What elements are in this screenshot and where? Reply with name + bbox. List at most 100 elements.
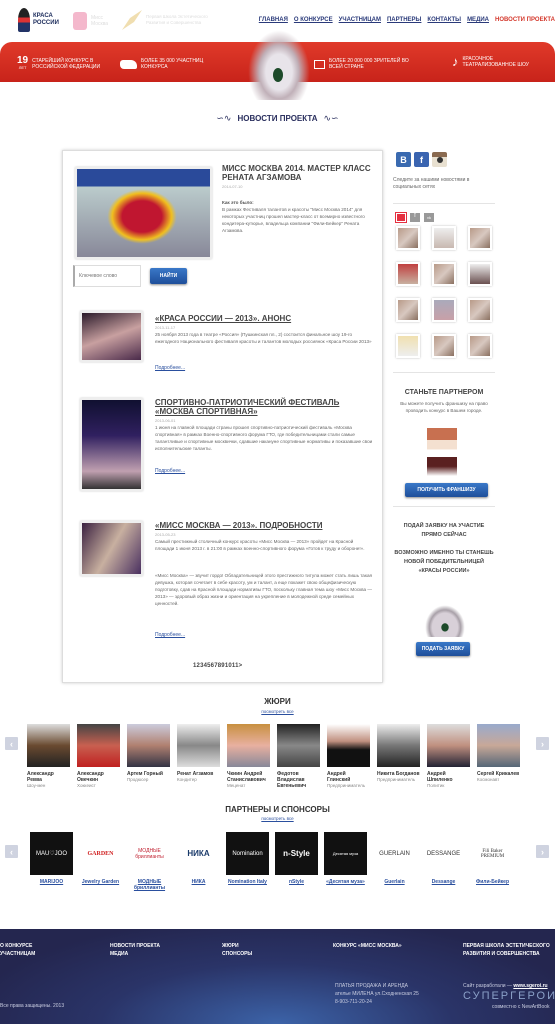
article-title[interactable]: СПОРТИВНО-ПАТРИОТИЧЕСКИЙ ФЕСТИВАЛЬ «МОСК… (155, 398, 365, 416)
jury-member[interactable]: Артем Горный Продюсер (127, 724, 170, 789)
search-button[interactable]: НАЙТИ (150, 268, 187, 284)
footer-link[interactable]: КОНКУРС «МИСС МОСКВА» (333, 942, 402, 950)
partner-item[interactable]: МОДНЫЕ бриллианты МОДНЫЕ бриллианты (125, 832, 174, 891)
jury-member[interactable]: Федотов Владислав Евгеньевич (277, 724, 320, 789)
partner-logo: GUERLAIN (373, 832, 416, 875)
vk-tab-icon[interactable]: vk (424, 213, 434, 222)
article-date: 2013-11-17 (155, 325, 176, 330)
article-image[interactable] (80, 398, 143, 491)
partners-view-all-link[interactable]: посмотреть все (0, 816, 555, 821)
partner-item[interactable]: Десятая муза «Десятая муза» (321, 832, 370, 891)
nav-contacts[interactable]: КОНТАКТЫ (427, 17, 461, 23)
article-image[interactable] (80, 521, 143, 576)
footer-link[interactable]: СПОНСОРЫ (222, 950, 252, 958)
footer-link[interactable]: ЖЮРИ (222, 942, 252, 950)
nav-partners[interactable]: ПАРТНЕРЫ (387, 17, 421, 23)
jury-title: ЖЮРИ (264, 697, 291, 706)
instagram-photo[interactable] (468, 262, 492, 286)
instagram-photo[interactable] (432, 262, 456, 286)
partner-item[interactable]: DESSANGE Dessange (419, 832, 468, 891)
featured-title[interactable]: МИСС МОСКВА 2014. МАСТЕР КЛАСС РЕНАТА АГ… (222, 164, 372, 182)
footer-link[interactable]: УЧАСТНИЦАМ (0, 950, 35, 958)
jury-member[interactable]: Александр Овечкин Хоккеист (77, 724, 120, 789)
get-franchise-button[interactable]: ПОЛУЧИТЬ ФРАНШИЗУ (405, 483, 488, 497)
instagram-photo[interactable] (396, 262, 420, 286)
vk-icon[interactable]: В (396, 152, 411, 167)
jury-member[interactable]: Сергей Крикалев Космонавт (477, 724, 520, 789)
jury-member[interactable]: Андрей Глинский Предприниматель (327, 724, 370, 789)
featured-image[interactable] (75, 167, 212, 259)
jury-photo (127, 724, 170, 767)
footer-col-4: КОНКУРС «МИСС МОСКВА» (333, 942, 402, 950)
instagram-photo[interactable] (432, 226, 456, 250)
partners-prev-arrow-icon[interactable]: ‹ (5, 845, 18, 858)
jury-photo (377, 724, 420, 767)
crown-image (425, 605, 465, 637)
partner-item[interactable]: Nomination Nomination Italy (223, 832, 272, 891)
jury-photo (27, 724, 70, 767)
facebook-icon[interactable]: f (414, 152, 429, 167)
footer-link[interactable]: РАЗВИТИЯ И СОВЕРШЕНСТВА (463, 950, 550, 958)
partner-item[interactable]: GUERLAIN Guerlain (370, 832, 419, 891)
partner-item[interactable]: GARDEN Jewelry Garden (76, 832, 125, 891)
apply-button[interactable]: ПОДАТЬ ЗАЯВКУ (416, 642, 470, 656)
miss-moskva-logo-icon (73, 12, 87, 30)
footer-link[interactable]: НОВОСТИ ПРОЕКТА (110, 942, 160, 950)
facebook-tab-icon[interactable]: f (410, 213, 420, 222)
developer-link[interactable]: www.sgeroi.ru (513, 983, 547, 989)
read-more-link[interactable]: Подробнее... (155, 468, 185, 474)
banner-feature-participants: БОЛЕЕ 35 000 УЧАСТНИЦ КОНКУРСА (120, 58, 211, 70)
jury-member[interactable]: Александр Ревва Шоу-мен (27, 724, 70, 789)
article-title[interactable]: «КРАСА РОССИИ — 2013». АНОНС (155, 314, 365, 323)
jury-photo (427, 724, 470, 767)
nav-participants[interactable]: УЧАСТНИЦАМ (339, 17, 381, 23)
nav-home[interactable]: ГЛАВНАЯ (259, 17, 288, 23)
pagination[interactable]: 1234567891011> (193, 663, 242, 669)
jury-photo (227, 724, 270, 767)
article-date: 2013-05-23 (155, 532, 176, 537)
partner-item[interactable]: n-Style nStyle (272, 832, 321, 891)
partner-item[interactable]: MAU♡JOO MARIJOO (27, 832, 76, 891)
featured-date: 2014-07-10 (222, 184, 243, 189)
logo-krasa-rossii[interactable]: КРАСА РОССИИ (18, 8, 63, 32)
jury-member[interactable]: Андрей Шпиленко Политик (427, 724, 470, 789)
read-more-link[interactable]: Подробнее... (155, 365, 185, 371)
partner-logo: Nomination (226, 832, 269, 875)
article-text: 1 июня на главной площади страны прошел … (155, 425, 373, 451)
partner-item[interactable]: НИКА НИКА (174, 832, 223, 891)
partner-item[interactable]: Fili Baker PREMIUM Фили-Бейкер (468, 832, 517, 891)
article-title[interactable]: «МИСС МОСКВА — 2013». ПОДРОБНОСТИ (155, 521, 365, 530)
instagram-photo[interactable] (396, 334, 420, 358)
instagram-icon[interactable] (432, 152, 447, 167)
instagram-photo[interactable] (468, 298, 492, 322)
jury-prev-arrow-icon[interactable]: ‹ (5, 737, 18, 750)
search-input[interactable] (73, 265, 141, 287)
woman-image (427, 428, 457, 476)
instagram-tab-icon[interactable] (395, 212, 407, 223)
instagram-feed (396, 226, 492, 358)
instagram-photo[interactable] (396, 226, 420, 250)
logo-school[interactable]: Первая Школа Эстетического Развития и Со… (122, 10, 221, 30)
footer-link[interactable]: МЕДИА (110, 950, 160, 958)
article-image[interactable] (80, 311, 143, 362)
instagram-photo[interactable] (396, 298, 420, 322)
instagram-photo[interactable] (468, 226, 492, 250)
instagram-photo[interactable] (432, 298, 456, 322)
krasa-logo-icon (18, 8, 30, 32)
jury-member[interactable]: Чкиин Андрей Станиславович Меценат (227, 724, 270, 789)
read-more-link[interactable]: Подробнее... (155, 632, 185, 638)
instagram-photo[interactable] (432, 334, 456, 358)
partners-next-arrow-icon[interactable]: › (536, 845, 549, 858)
jury-member[interactable]: Никита Богданов Предприниматель (377, 724, 420, 789)
jury-next-arrow-icon[interactable]: › (536, 737, 549, 750)
nav-about[interactable]: О КОНКУРСЕ (294, 17, 333, 23)
jury-member[interactable]: Ренат Агзамов Кондитер (177, 724, 220, 789)
jury-view-all-link[interactable]: посмотреть все (0, 709, 555, 714)
logo-miss-moskva[interactable]: Мисс Москва (73, 12, 111, 30)
footer-link[interactable]: О КОНКУРСЕ (0, 942, 35, 950)
instagram-photo[interactable] (468, 334, 492, 358)
nav-media[interactable]: МЕДИА (467, 17, 489, 23)
partner-logo: DESSANGE (422, 832, 465, 875)
nav-news[interactable]: НОВОСТИ ПРОЕКТА (495, 17, 555, 23)
footer-link[interactable]: ПЕРВАЯ ШКОЛА ЭСТЕТИЧЕСКОГО (463, 942, 550, 950)
